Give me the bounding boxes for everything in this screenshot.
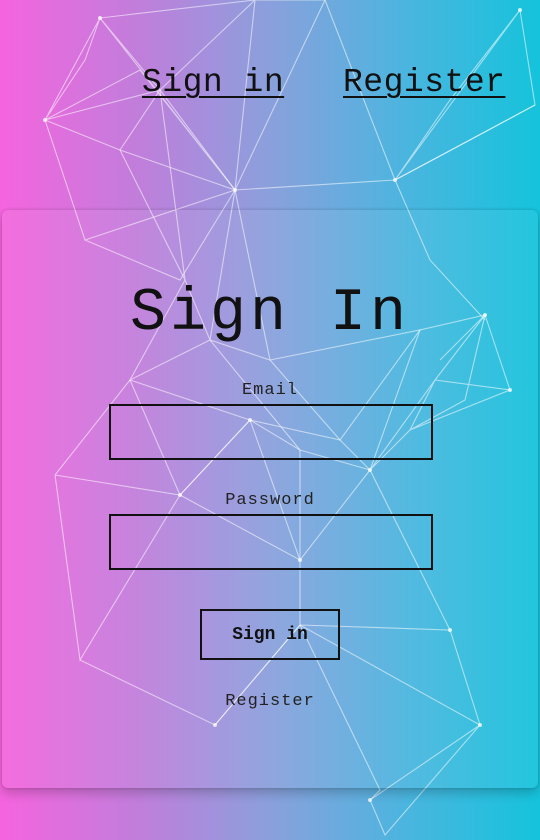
password-label: Password (225, 491, 315, 510)
nav-register-link[interactable]: Register (343, 64, 505, 101)
nav-signin-link[interactable]: Sign in (142, 64, 284, 101)
signin-card: Sign In Email Password Sign in Register (2, 210, 538, 788)
top-navigation: Sign in Register (0, 64, 540, 108)
email-field[interactable] (109, 404, 433, 460)
password-field[interactable] (109, 514, 433, 570)
email-label: Email (241, 381, 298, 400)
register-link[interactable]: Register (2, 692, 538, 711)
signin-button[interactable]: Sign in (200, 609, 340, 660)
page-title: Sign In (129, 280, 411, 348)
